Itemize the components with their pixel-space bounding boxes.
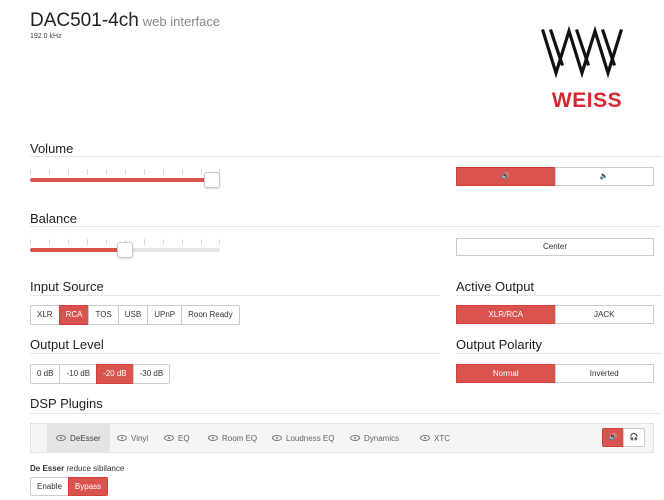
dsp-tab-label: Loudness EQ [286,433,335,443]
dsp-plugins-heading: DSP Plugins [30,396,103,411]
dsp-plugins-divider [30,413,662,414]
dsp-tab-label: Room EQ [222,433,258,443]
mute-button[interactable]: 🔈 [554,167,654,186]
dsp-headphone-button[interactable]: 🎧 [623,428,645,447]
output-polarity-heading: Output Polarity [456,337,542,352]
level-0-db-button[interactable]: 0 dB [30,364,61,384]
input-rca-button[interactable]: RCA [58,305,90,325]
plugin-summary: reduce sibilance [66,464,125,473]
dsp-tab-dynamics[interactable]: Dynamics [350,424,399,452]
weiss-logo-mark [540,25,624,79]
input-upnp-button[interactable]: UPnP [147,305,183,325]
eye-icon [420,435,430,441]
dsp-tab-xtc[interactable]: XTC [420,424,450,452]
input-tos-button[interactable]: TOS [88,305,119,325]
volume-heading: Volume [30,141,74,156]
output-jack-button[interactable]: JACK [554,305,654,324]
balance-slider-fill [30,248,125,252]
input-source-heading: Input Source [30,279,104,294]
level-20-db-button[interactable]: -20 dB [96,364,134,384]
volume-mute-toggle: 🔊 🔈 [456,167,654,186]
active-output-heading: Active Output [456,279,535,294]
balance-center-button[interactable]: Center [456,238,654,256]
balance-divider [30,226,662,227]
weiss-logo: WEISS [512,0,662,125]
plugin-enable-buttons: Enable Bypass [30,477,109,496]
eye-icon [350,435,360,441]
eye-icon [164,435,174,441]
input-usb-button[interactable]: USB [117,305,149,325]
dsp-speaker-button[interactable]: 🔊 [602,428,624,447]
dsp-tab-label: Dynamics [364,433,400,443]
output-polarity-divider [456,353,662,354]
balance-slider-track[interactable] [30,239,220,258]
level-30-db-button[interactable]: -30 dB [132,364,171,384]
volume-divider [30,156,662,157]
dsp-tab-vinyl[interactable]: Vinyl [117,424,148,452]
volume-slider-track[interactable] [30,169,221,188]
dsp-tab-label: EQ [178,433,190,443]
level-10-db-button[interactable]: -10 dB [59,364,98,384]
eye-icon [117,435,127,441]
volume-slider-fill [30,178,213,182]
page-title: DAC501-4ch web interface [30,10,220,32]
output-level-buttons: 0 dB -10 dB -20 dB -30 dB [30,364,171,384]
eye-icon [56,435,66,441]
unmute-button[interactable]: 🔊 [456,167,556,186]
page-subtitle: web interface [142,14,221,29]
input-source-divider [30,295,440,296]
weiss-logo-text: WEISS [551,89,623,112]
output-level-divider [30,353,440,354]
dsp-tab-label: XTC [434,433,450,443]
volume-slider-ticks [30,169,220,176]
input-source-buttons: XLR RCA TOS USB UPnP Roon Ready [30,305,240,325]
dsp-tab-eq[interactable]: EQ [164,424,190,452]
speaker-icon: 🔊 [608,434,618,441]
eye-icon [272,435,282,441]
headphone-icon: 🎧 [629,434,639,441]
plugin-enable-button[interactable]: Enable [30,477,69,496]
polarity-inverted-button[interactable]: Inverted [554,364,654,383]
output-polarity-buttons: Normal Inverted [456,364,654,383]
balance-heading: Balance [30,211,77,226]
output-xlr-rca-button[interactable]: XLR/RCA [456,305,556,324]
eye-icon [208,435,218,441]
dsp-output-toggle: 🔊 🎧 [602,428,645,447]
mute-icon: 🔈 [599,173,609,180]
dsp-tab-label: Vinyl [131,433,149,443]
speaker-icon: 🔊 [501,173,511,180]
active-output-divider [456,295,662,296]
dsp-tab-room-eq[interactable]: Room EQ [208,424,257,452]
sample-rate: 192.0 kHz [30,33,62,40]
dsp-tab-deesser[interactable]: DeEsser [47,424,110,452]
dsp-plugin-tabs: 🔊 🎧 DeEsser Vinyl EQ Room EQ Loudness EQ Dyna… [30,423,654,453]
plugin-description: De Esser reduce sibilance [30,464,124,473]
input-roon-ready-button[interactable]: Roon Ready [181,305,240,325]
dsp-tab-loudness-eq[interactable]: Loudness EQ [272,424,334,452]
output-level-heading: Output Level [30,337,104,352]
input-xlr-button[interactable]: XLR [30,305,60,325]
plugin-name: De Esser [30,464,65,473]
dsp-tab-label: DeEsser [70,433,101,443]
plugin-bypass-button[interactable]: Bypass [67,477,109,496]
polarity-normal-button[interactable]: Normal [456,364,556,383]
active-output-buttons: XLR/RCA JACK [456,305,654,324]
balance-slider-handle[interactable] [117,242,133,258]
device-name: DAC501-4ch [30,10,139,31]
volume-slider-handle[interactable] [204,172,221,188]
